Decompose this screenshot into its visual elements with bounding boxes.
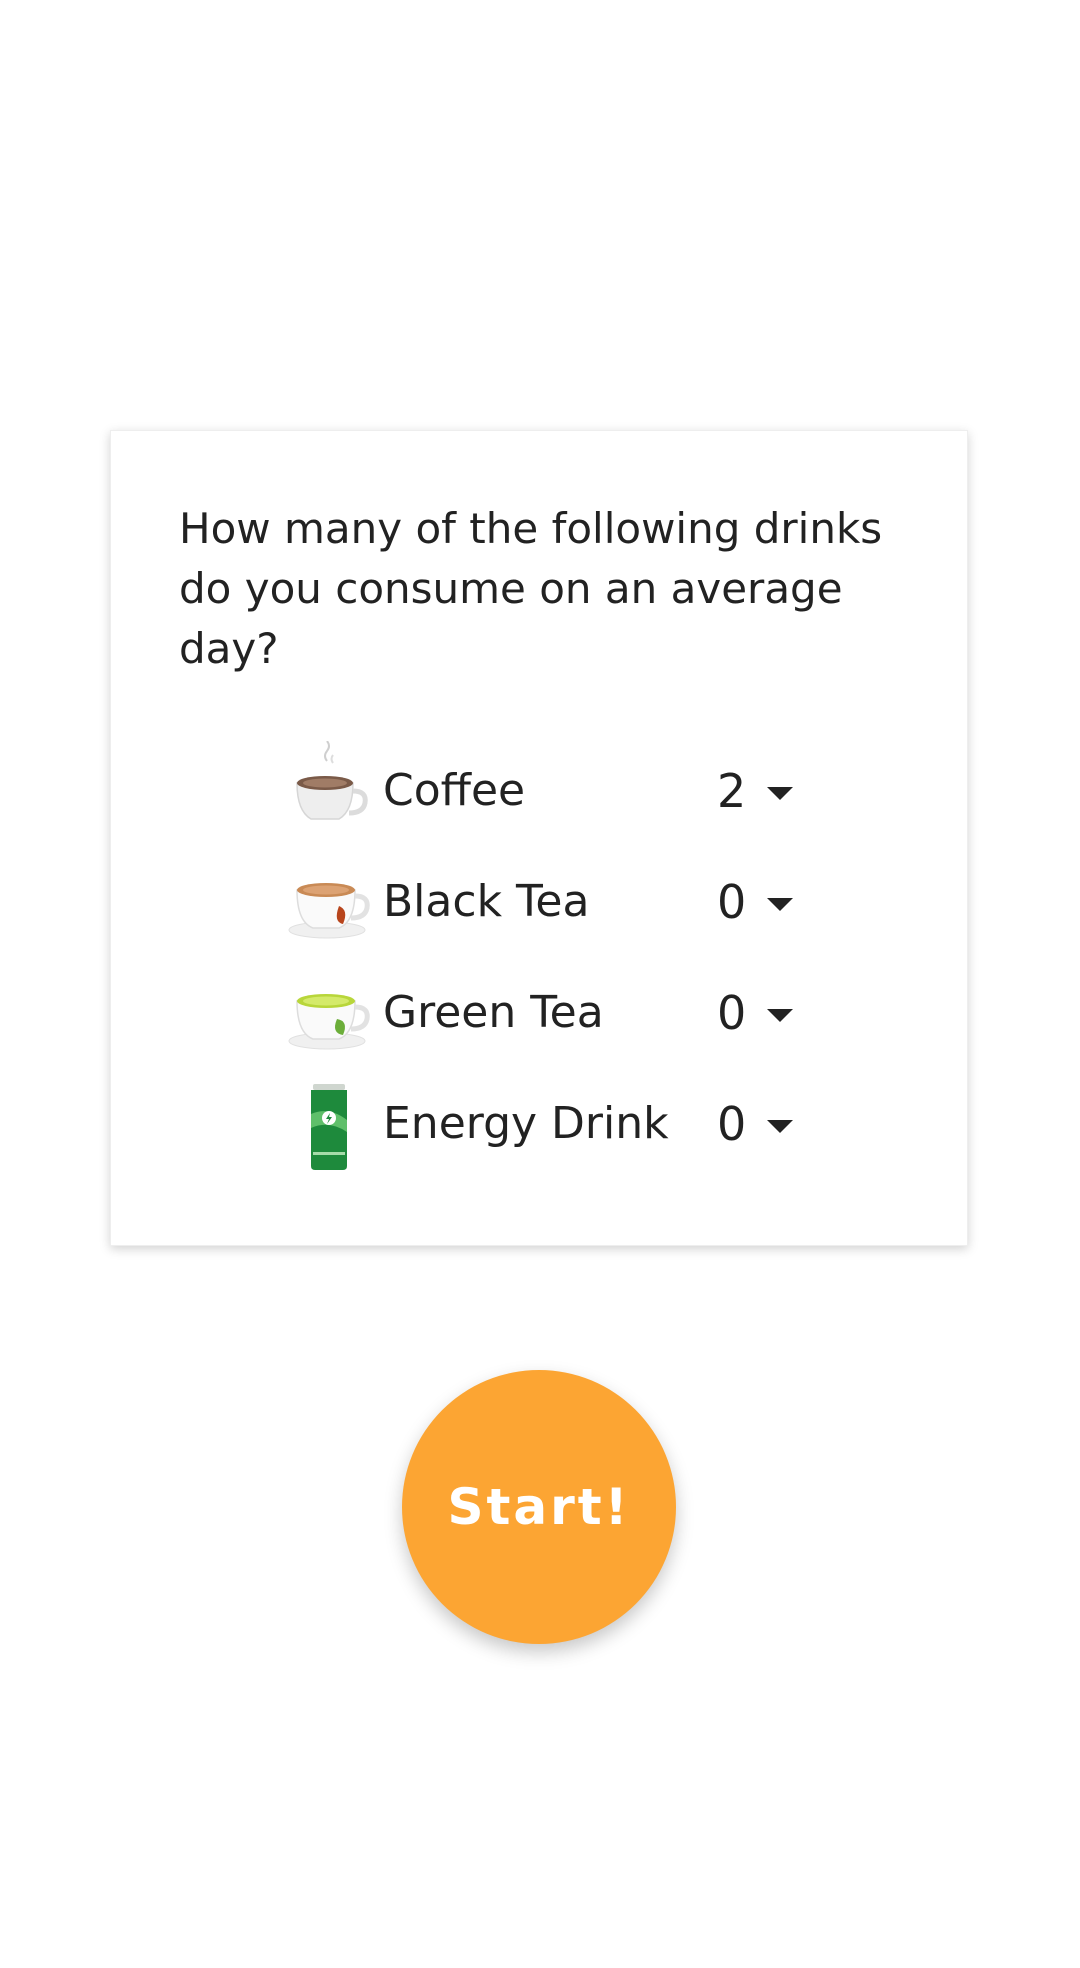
energy-drink-can-icon xyxy=(287,1074,371,1174)
drink-row-black-tea: Black Tea 0 xyxy=(287,852,807,952)
count-value: 0 xyxy=(717,875,747,929)
survey-question: How many of the following drinks do you … xyxy=(179,504,883,673)
drink-row-green-tea: Green Tea 0 xyxy=(287,963,807,1063)
coffee-cup-icon xyxy=(287,741,371,841)
drink-survey-card: How many of the following drinks do you … xyxy=(110,430,968,1246)
green-tea-cup-icon xyxy=(287,963,371,1063)
black-tea-cup-icon xyxy=(287,852,371,952)
drink-label: Green Tea xyxy=(383,987,604,1038)
app-screen: How many of the following drinks do you … xyxy=(0,0,1080,1968)
energy-drink-count-dropdown[interactable]: 0 xyxy=(717,1092,827,1156)
count-value: 0 xyxy=(717,1097,747,1151)
drink-label: Energy Drink xyxy=(383,1098,669,1149)
chevron-down-icon xyxy=(767,1009,793,1022)
count-value: 2 xyxy=(717,764,747,818)
drink-row-coffee: Coffee 2 xyxy=(287,741,807,841)
chevron-down-icon xyxy=(767,1120,793,1133)
coffee-count-dropdown[interactable]: 2 xyxy=(717,759,827,823)
drink-row-energy-drink: Energy Drink 0 xyxy=(287,1074,807,1174)
drink-label: Coffee xyxy=(383,765,526,816)
black-tea-count-dropdown[interactable]: 0 xyxy=(717,870,827,934)
chevron-down-icon xyxy=(767,898,793,911)
drink-label: Black Tea xyxy=(383,876,590,927)
count-value: 0 xyxy=(717,986,747,1040)
chevron-down-icon xyxy=(767,787,793,800)
green-tea-count-dropdown[interactable]: 0 xyxy=(717,981,827,1045)
start-button[interactable]: Start! xyxy=(402,1370,676,1644)
